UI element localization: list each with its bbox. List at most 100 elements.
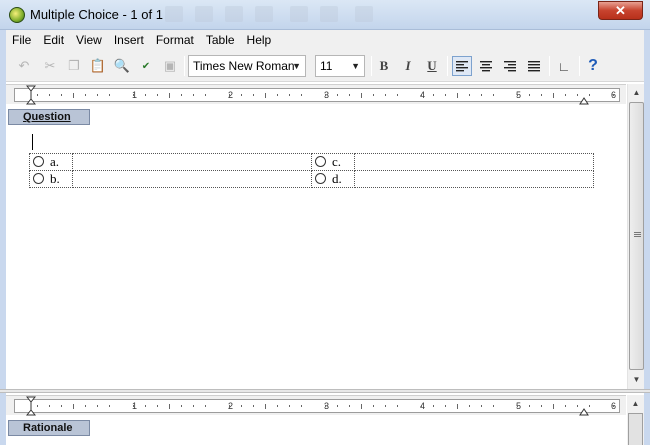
text-cursor bbox=[32, 134, 33, 150]
undo-icon[interactable]: ↶ bbox=[14, 56, 34, 76]
ruler-tick bbox=[133, 94, 134, 96]
ruler-tick bbox=[133, 405, 134, 407]
ruler-tick bbox=[517, 94, 518, 96]
blurred-toolbar-icon bbox=[255, 6, 273, 22]
ruler-tick bbox=[169, 404, 170, 409]
blurred-toolbar-icon bbox=[355, 6, 373, 22]
scroll-up-icon[interactable]: ▲ bbox=[628, 396, 643, 411]
ruler-tick bbox=[181, 94, 182, 96]
menu-edit[interactable]: Edit bbox=[37, 30, 70, 50]
ruler-tick bbox=[301, 94, 302, 96]
image-icon[interactable]: ▣ bbox=[160, 56, 180, 76]
menu-table[interactable]: Table bbox=[200, 30, 241, 50]
rationale-label-text: Rationale bbox=[23, 422, 73, 434]
ruler-tick bbox=[49, 405, 50, 407]
ruler-tick bbox=[565, 94, 566, 96]
app-icon bbox=[9, 7, 25, 23]
copy-icon[interactable]: ❐ bbox=[64, 56, 84, 76]
choice-text-c[interactable] bbox=[354, 153, 594, 171]
ruler-tick bbox=[469, 94, 470, 96]
ruler-tick bbox=[517, 405, 518, 407]
ruler-tick bbox=[289, 94, 290, 96]
font-name-value: Times New Roman bbox=[193, 59, 295, 73]
ruler-tick bbox=[193, 94, 194, 96]
toolbar-separator bbox=[549, 56, 550, 76]
paste-icon[interactable]: 📋 bbox=[88, 56, 108, 76]
ruler-tick bbox=[421, 405, 422, 407]
ruler-tick bbox=[193, 405, 194, 407]
grip-line bbox=[634, 234, 641, 235]
radio-icon[interactable] bbox=[33, 156, 44, 167]
right-indent-marker[interactable] bbox=[579, 396, 589, 416]
menu-bar: File Edit View Insert Format Table Help bbox=[6, 30, 644, 50]
ruler-tick bbox=[433, 94, 434, 96]
help-button[interactable]: ? bbox=[583, 56, 603, 76]
italic-button[interactable]: I bbox=[398, 56, 418, 76]
ruler-tick bbox=[373, 405, 374, 407]
ruler-tick bbox=[457, 404, 458, 409]
question-editor[interactable]: a. c. b. d. bbox=[8, 126, 626, 388]
choice-option-d[interactable]: d. bbox=[311, 170, 355, 188]
font-name-select[interactable]: Times New Roman ▼ bbox=[188, 55, 306, 77]
ruler-strip: 1 2 3 4 5 6 bbox=[14, 88, 620, 102]
ruler-tick bbox=[373, 94, 374, 96]
menu-insert[interactable]: Insert bbox=[108, 30, 150, 50]
choice-letter: c. bbox=[332, 154, 342, 169]
align-left-icon[interactable] bbox=[452, 56, 472, 76]
ruler-tick bbox=[85, 94, 86, 96]
menu-help[interactable]: Help bbox=[241, 30, 278, 50]
ruler-tick bbox=[349, 94, 350, 96]
choice-option-b[interactable]: b. bbox=[29, 170, 73, 188]
ruler-tick bbox=[205, 94, 206, 96]
spellcheck-icon[interactable]: ✔ bbox=[136, 56, 156, 76]
justify-icon[interactable] bbox=[524, 56, 544, 76]
bold-button[interactable]: B bbox=[374, 56, 394, 76]
menu-view[interactable]: View bbox=[70, 30, 108, 50]
ruler-tick bbox=[253, 405, 254, 407]
choice-text-d[interactable] bbox=[354, 170, 594, 188]
choice-text-b[interactable] bbox=[72, 170, 312, 188]
pane-splitter[interactable] bbox=[0, 389, 650, 393]
scroll-down-icon[interactable]: ▼ bbox=[629, 372, 644, 387]
choice-option-a[interactable]: a. bbox=[29, 153, 73, 171]
menu-file[interactable]: File bbox=[6, 30, 37, 50]
right-indent-marker[interactable] bbox=[579, 85, 589, 105]
ruler-tick bbox=[385, 94, 386, 96]
close-button[interactable]: ✕ bbox=[598, 1, 643, 20]
radio-icon[interactable] bbox=[33, 173, 44, 184]
scroll-thumb[interactable] bbox=[628, 413, 643, 445]
cut-icon[interactable]: ✂ bbox=[40, 56, 60, 76]
choice-option-c[interactable]: c. bbox=[311, 153, 355, 171]
rationale-scrollbar[interactable]: ▲ bbox=[627, 395, 644, 445]
choice-row: a. c. bbox=[29, 153, 594, 171]
ruler-tick bbox=[181, 405, 182, 407]
ruler-tick bbox=[289, 405, 290, 407]
radio-icon[interactable] bbox=[315, 173, 326, 184]
left-indent-marker[interactable] bbox=[26, 396, 36, 416]
scroll-thumb[interactable] bbox=[629, 102, 644, 370]
ruler-tick bbox=[37, 405, 38, 407]
ruler-tick bbox=[421, 94, 422, 96]
underline-button[interactable]: U bbox=[422, 56, 442, 76]
left-indent-marker[interactable] bbox=[26, 85, 36, 105]
choice-row: b. d. bbox=[29, 170, 594, 188]
ruler-tick bbox=[445, 405, 446, 407]
radio-icon[interactable] bbox=[315, 156, 326, 167]
grip-line bbox=[634, 236, 641, 237]
ruler-tick bbox=[361, 93, 362, 98]
question-scrollbar[interactable]: ▲ ▼ bbox=[627, 84, 644, 389]
tab-stop-icon[interactable]: ∟ bbox=[554, 56, 574, 76]
menu-format[interactable]: Format bbox=[150, 30, 200, 50]
ruler-tick bbox=[241, 94, 242, 96]
title-bar: Multiple Choice - 1 of 1 ✕ bbox=[0, 0, 650, 30]
align-center-icon[interactable] bbox=[476, 56, 496, 76]
ruler-tick bbox=[229, 405, 230, 407]
find-icon[interactable]: 🔍 bbox=[112, 56, 132, 76]
font-size-select[interactable]: 11 ▼ bbox=[315, 55, 365, 77]
choice-text-a[interactable] bbox=[72, 153, 312, 171]
align-right-icon[interactable] bbox=[500, 56, 520, 76]
ruler-strip: 1 2 3 4 5 6 bbox=[14, 399, 620, 413]
ruler-tick bbox=[205, 405, 206, 407]
scroll-up-icon[interactable]: ▲ bbox=[629, 85, 644, 100]
question-label-text: Question bbox=[23, 111, 71, 123]
